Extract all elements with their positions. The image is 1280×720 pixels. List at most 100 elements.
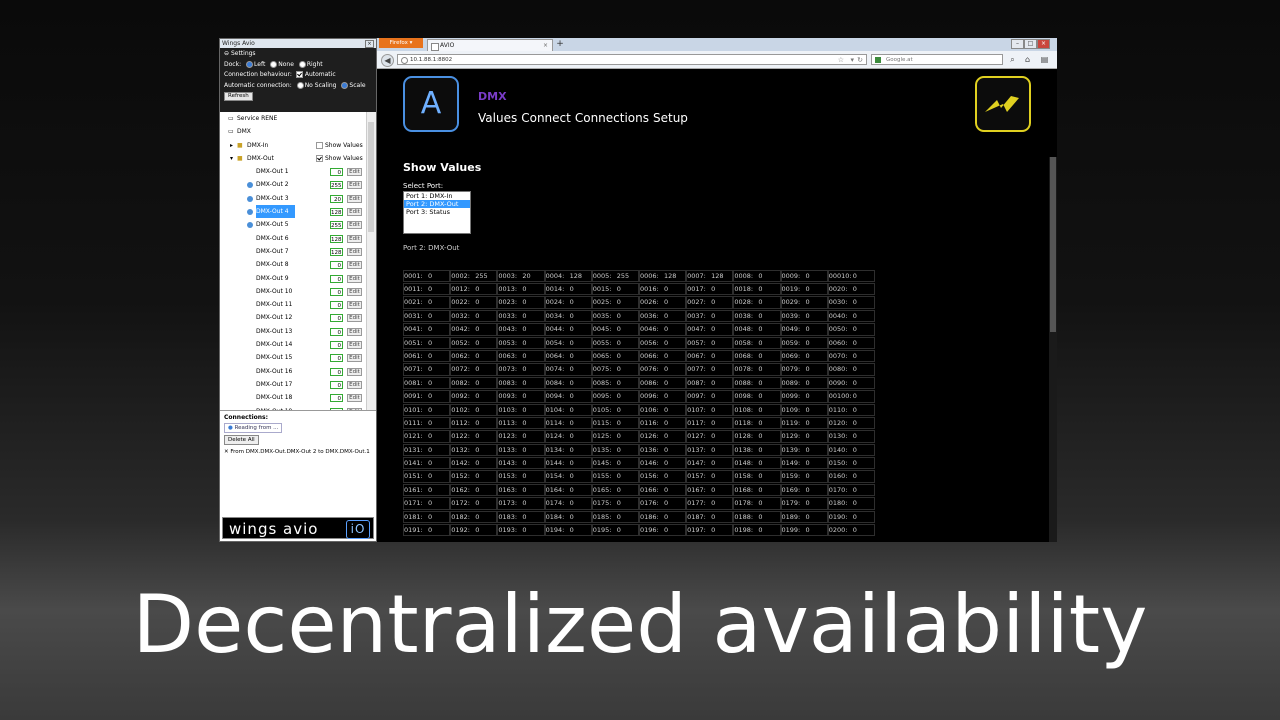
edit-button[interactable]: Edit — [347, 261, 362, 270]
grid-cell: 0104: 0 — [544, 403, 592, 416]
port-select-list[interactable]: Port 1: DMX-In Port 2: DMX-Out Port 3: S… — [403, 191, 471, 234]
menu-connections[interactable]: Connections — [575, 111, 649, 125]
home-icon[interactable]: ⌂ — [1022, 54, 1033, 65]
tree-item-dmx-out-channel[interactable]: DMX-Out 16 0 Edit — [220, 365, 376, 378]
menu-connect[interactable]: Connect — [521, 111, 571, 125]
port-option-1[interactable]: Port 1: DMX-In — [404, 192, 470, 200]
grid-row: 0131: 0 0132: 0 0133: 0 0134: 0 0135: 0 0136: 0 0137… — [403, 441, 875, 457]
tree-item-dmx-out-channel[interactable]: DMX-Out 17 0 Edit — [220, 378, 376, 391]
tree-scrollbar[interactable] — [366, 112, 376, 410]
channel-number: 0093: — [498, 392, 518, 401]
expand-icon[interactable]: ▸ — [230, 139, 233, 152]
edit-button[interactable]: Edit — [347, 394, 362, 403]
dock-left-radio[interactable] — [246, 60, 254, 68]
address-bar[interactable]: 10.1.88.1:8802 ☆ ▾ ↻ — [397, 54, 867, 65]
edit-button[interactable]: Edit — [347, 168, 362, 177]
avio-app-icon[interactable]: A — [403, 76, 459, 132]
tree-item-dmx-out-channel[interactable]: DMX-Out 18 0 Edit — [220, 391, 376, 404]
tree-item-dmx-out-channel[interactable]: DMX-Out 10 0 Edit — [220, 285, 376, 298]
show-values-out-checkbox[interactable] — [316, 154, 323, 162]
channel-value: 0 — [475, 499, 480, 508]
tree-item-dmx-out[interactable]: ▾ ■ DMX-Out Show Values — [220, 152, 376, 165]
tree-item-dmx-out-channel[interactable]: DMX-Out 9 0 Edit — [220, 272, 376, 285]
edit-button[interactable]: Edit — [347, 314, 362, 323]
dock-none-radio[interactable] — [270, 60, 278, 68]
tree-item-dmx-out-channel[interactable]: DMX-Out 11 0 Edit — [220, 298, 376, 311]
channel-value: 0 — [663, 365, 669, 374]
edit-button[interactable]: Edit — [347, 247, 362, 256]
edit-button[interactable]: Edit — [347, 341, 362, 350]
channel-value: 0 — [758, 325, 763, 334]
edit-button[interactable]: Edit — [347, 208, 362, 217]
wings-logo-icon[interactable] — [975, 76, 1031, 132]
tree-item-dmx-out-channel[interactable]: DMX-Out 2 255 Edit — [220, 178, 376, 191]
tree-item-dmx-out-channel[interactable]: DMX-Out 6 128 Edit — [220, 232, 376, 245]
channel-label: DMX-Out 11 — [256, 301, 293, 309]
tree-item-dmx-out-channel[interactable]: DMX-Out 12 0 Edit — [220, 311, 376, 324]
edit-button[interactable]: Edit — [347, 194, 362, 203]
tree-item-dmx-out-channel[interactable]: DMX-Out 14 0 Edit — [220, 338, 376, 351]
collapse-icon[interactable]: ⊖ — [224, 50, 229, 57]
delete-all-button[interactable]: Delete All — [224, 435, 259, 445]
tree-item-dmx-out-channel[interactable]: DMX-Out 7 128 Edit — [220, 245, 376, 258]
tree-item-dmx-out-channel[interactable]: DMX-Out 1 0 Edit — [220, 165, 376, 178]
tree-item-service[interactable]: ▭ Service RENE — [220, 112, 376, 125]
menu-values[interactable]: Values — [478, 111, 517, 125]
tree-item-dmx-out-channel[interactable]: DMX-Out 15 0 Edit — [220, 351, 376, 364]
grid-cell: 0048: 0 — [733, 323, 781, 336]
close-window-icon[interactable]: × — [1037, 39, 1050, 49]
no-scaling-radio[interactable] — [296, 81, 304, 89]
tree-item-dmx-in[interactable]: ▸ ■ DMX-In Show Values — [220, 139, 376, 152]
firefox-menu-button[interactable]: Firefox ▾ — [379, 38, 423, 48]
port-option-3[interactable]: Port 3: Status — [404, 208, 470, 216]
tree-item-dmx-out-channel[interactable]: DMX-Out 4 128 Edit — [220, 205, 376, 219]
edit-button[interactable]: Edit — [347, 380, 362, 389]
reload-icon[interactable]: ↻ — [857, 55, 863, 66]
edit-button[interactable]: Edit — [347, 354, 362, 363]
grid-cell: 0130: 0 — [827, 430, 875, 443]
remove-connection-icon[interactable]: ✕ — [224, 449, 229, 455]
scale-radio[interactable] — [341, 81, 349, 89]
port-option-2[interactable]: Port 2: DMX-Out — [404, 200, 470, 208]
tree-item-dmx-out-channel[interactable]: DMX-Out 8 0 Edit — [220, 258, 376, 271]
tree-item-dmx-out-channel[interactable]: DMX-Out 19 0 Edit — [220, 405, 376, 410]
menu-setup[interactable]: Setup — [653, 111, 688, 125]
channel-value: 0 — [805, 526, 810, 535]
edit-button[interactable]: Edit — [347, 367, 362, 376]
connection-item[interactable]: ✕ From DMX.DMX-Out.DMX-Out 2 to DMX.DMX-… — [224, 447, 372, 457]
bookmark-star-icon[interactable]: ☆ — [838, 55, 844, 66]
minimize-icon[interactable]: – — [1011, 39, 1024, 49]
edit-button[interactable]: Edit — [347, 287, 362, 296]
tree-item-dmx[interactable]: ▭ DMX — [220, 125, 376, 138]
edit-button[interactable]: Edit — [347, 221, 362, 230]
maximize-icon[interactable]: □ — [1024, 39, 1037, 49]
edit-button[interactable]: Edit — [347, 274, 362, 283]
settings-header[interactable]: ⊖ Settings — [224, 49, 373, 60]
scrollbar-thumb[interactable] — [1050, 157, 1056, 332]
edit-button[interactable]: Edit — [347, 181, 362, 190]
tree-item-dmx-out-channel[interactable]: DMX-Out 3 20 Edit — [220, 192, 376, 205]
menu-icon[interactable]: ▤ — [1039, 54, 1050, 65]
tab-avio[interactable]: AVIO × — [427, 39, 553, 51]
channel-number: 0177: — [687, 499, 706, 508]
page-scrollbar[interactable] — [1049, 157, 1057, 542]
connections-label: Connections: — [224, 414, 268, 421]
new-tab-button[interactable]: + — [555, 39, 565, 49]
edit-button[interactable]: Edit — [347, 301, 362, 310]
tree-item-dmx-out-channel[interactable]: DMX-Out 13 0 Edit — [220, 325, 376, 338]
close-icon[interactable]: × — [365, 40, 374, 48]
edit-button[interactable]: Edit — [347, 234, 362, 243]
edit-button[interactable]: Edit — [347, 327, 362, 336]
dock-right-radio[interactable] — [298, 60, 306, 68]
collapse-tree-icon[interactable]: ▾ — [230, 152, 233, 165]
search-field[interactable]: Google.at — [871, 54, 1003, 65]
back-icon[interactable]: ◀ — [381, 54, 394, 67]
refresh-button[interactable]: Refresh — [224, 92, 253, 101]
tree-item-dmx-out-channel[interactable]: DMX-Out 5 255 Edit — [220, 218, 376, 231]
dropdown-icon[interactable]: ▾ — [850, 55, 854, 66]
automatic-checkbox[interactable] — [295, 71, 303, 78]
edit-button[interactable]: Edit — [347, 407, 362, 410]
show-values-in-checkbox[interactable] — [316, 141, 323, 149]
grid-cell: 0094: 0 — [544, 390, 592, 403]
search-icon[interactable]: ⌕ — [1007, 54, 1018, 65]
